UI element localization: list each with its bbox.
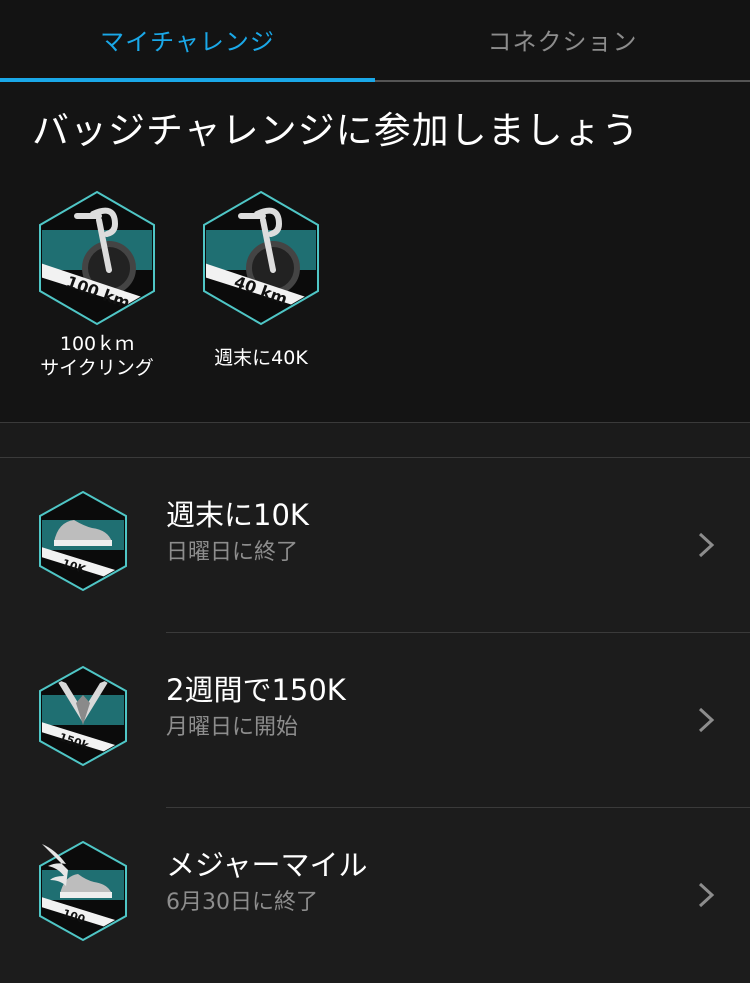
cycling-100km-badge-icon: 100 km: [39, 190, 155, 326]
badge-tile-cycling-40km[interactable]: 40 km 週末に40K: [186, 190, 336, 370]
tab-connections[interactable]: コネクション: [375, 0, 750, 78]
challenge-subtitle: 6月30日に終了: [166, 890, 318, 915]
tab-bar: マイチャレンジ コネクション: [0, 0, 750, 82]
challenge-row-2week-150k[interactable]: 150k 2週間で150K 月曜日に開始: [0, 633, 750, 808]
wings-150k-badge-icon: 150k: [39, 665, 127, 767]
running-10k-badge-icon: 10K: [39, 490, 127, 592]
winged-shoe-100-badge-icon: 100: [39, 840, 127, 942]
badge-label-line1: 週末に40K: [214, 347, 308, 369]
challenge-title: 週末に10K: [166, 498, 309, 532]
badge-label-line2: サイクリング: [40, 357, 154, 379]
cycling-40km-badge-icon: 40 km: [203, 190, 319, 326]
challenge-row-weekend-10k[interactable]: 10K 週末に10K 日曜日に終了: [0, 458, 750, 633]
challenge-title: メジャーマイル: [166, 848, 368, 882]
tab-my-challenges[interactable]: マイチャレンジ: [0, 0, 375, 78]
page-title: バッジチャレンジに参加しましょう: [32, 109, 640, 152]
chevron-right-icon: [698, 707, 715, 733]
badge-tile-cycling-100km[interactable]: 100 km 100ｋｍ サイクリング: [22, 190, 172, 380]
badge-label-line1: 100ｋｍ: [59, 333, 135, 355]
challenge-subtitle: 日曜日に終了: [166, 540, 299, 565]
section-gap: [0, 423, 750, 457]
chevron-right-icon: [698, 882, 715, 908]
challenge-title: 2週間で150K: [166, 673, 346, 707]
chevron-right-icon: [698, 532, 715, 558]
challenge-list: 10K 週末に10K 日曜日に終了 150k 2週間で150K 月曜日に開始 1…: [0, 457, 750, 983]
challenge-subtitle: 月曜日に開始: [166, 715, 299, 740]
challenge-row-major-mile[interactable]: 100 メジャーマイル 6月30日に終了: [0, 808, 750, 983]
